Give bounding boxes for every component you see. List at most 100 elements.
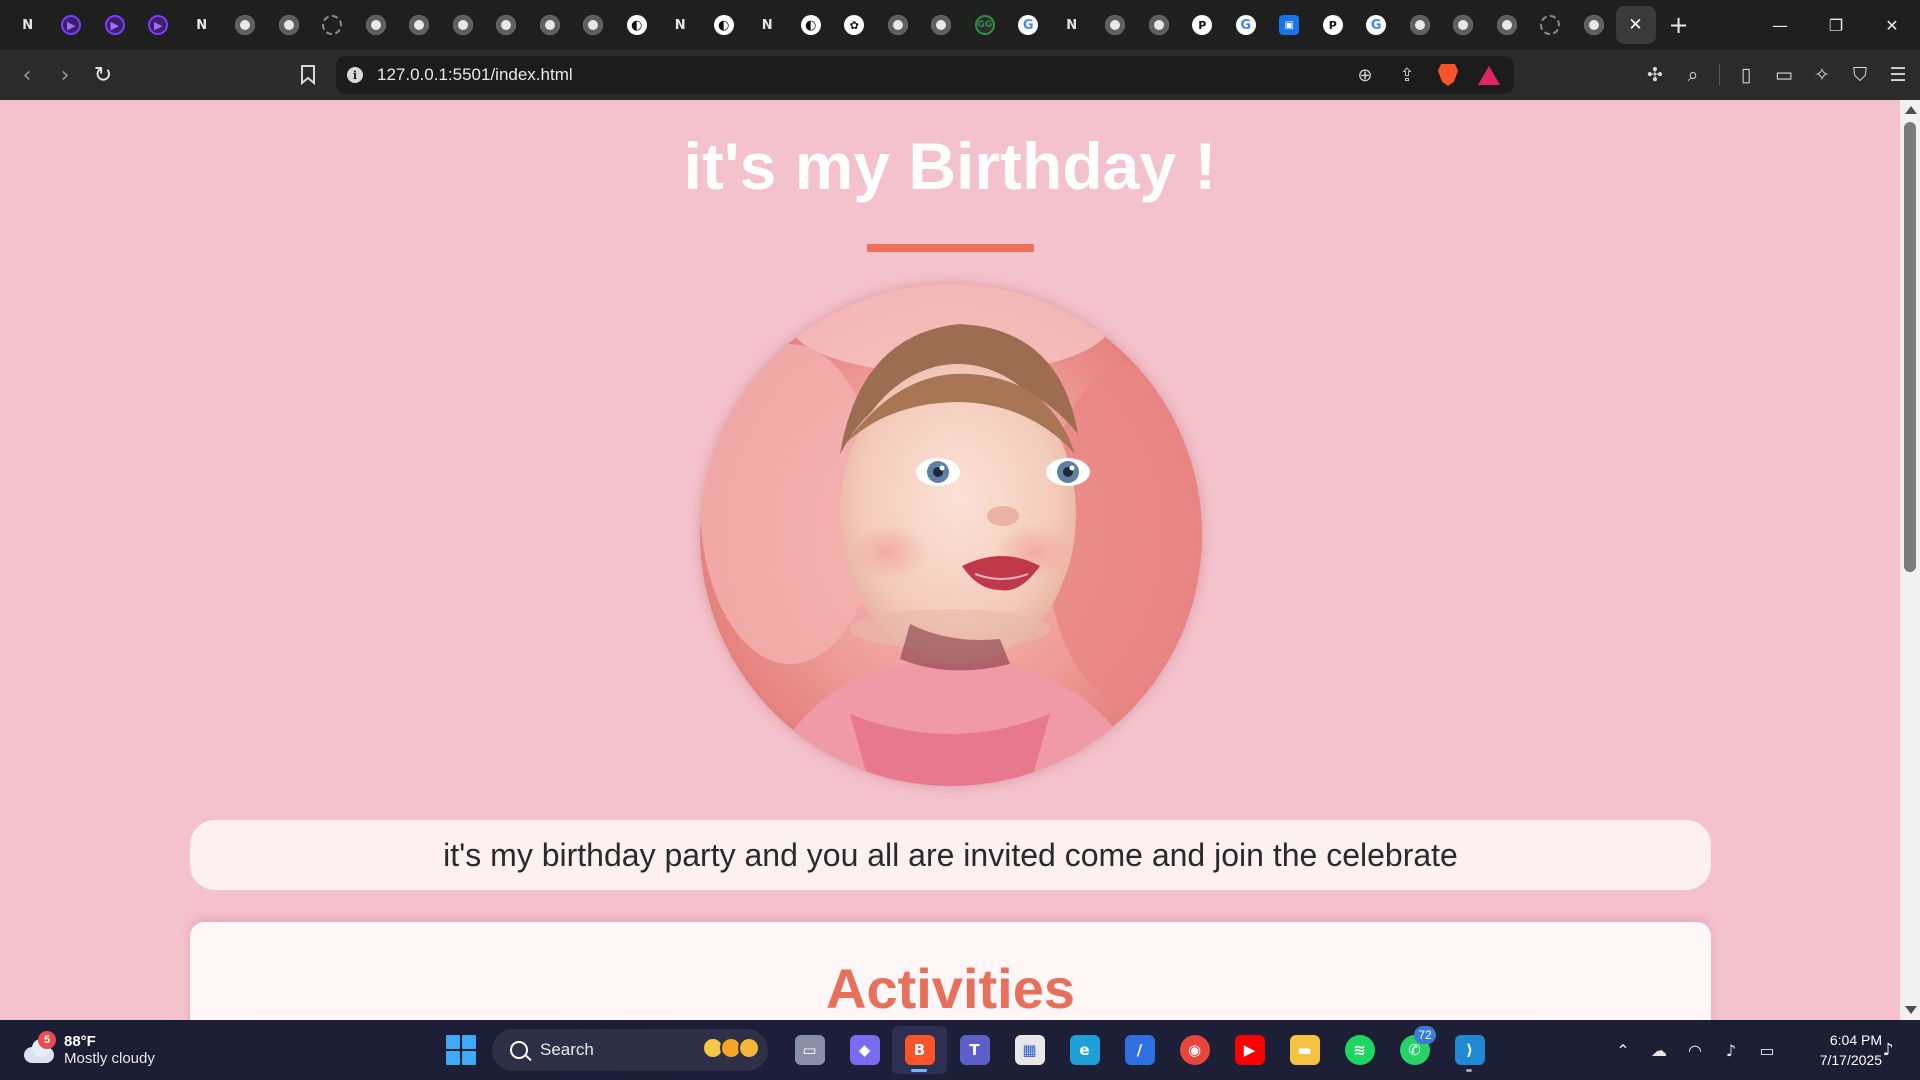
browser-tab[interactable] (354, 6, 398, 44)
site-info-icon[interactable]: i (347, 67, 363, 83)
wifi-icon[interactable]: ◠ (1684, 1039, 1706, 1061)
bookmark-button[interactable] (292, 58, 324, 92)
browser-tab[interactable]: G (1224, 6, 1268, 44)
extensions-icon[interactable]: ✣ (1643, 63, 1667, 87)
forward-button[interactable]: › (46, 56, 84, 94)
taskbar-app[interactable]: / (1112, 1026, 1167, 1074)
browser-tab[interactable] (1094, 6, 1138, 44)
browser-tab[interactable]: G (1355, 6, 1399, 44)
browser-tab[interactable] (920, 6, 964, 44)
notion-icon: N (1066, 17, 1078, 33)
show-hidden-icons-chevron-icon[interactable]: ⌃ (1612, 1039, 1634, 1061)
github-icon: ◐ (626, 15, 647, 35)
taskbar-app[interactable]: ✆ 72 (1387, 1026, 1442, 1074)
taskbar-app[interactable]: ⟩ (1442, 1026, 1497, 1074)
url-text[interactable]: 127.0.0.1:5501/index.html (377, 65, 573, 85)
browser-tab[interactable] (224, 6, 268, 44)
browser-tab[interactable] (876, 6, 920, 44)
new-tab-button[interactable]: + (1656, 6, 1702, 44)
browser-tab[interactable]: ◐ (702, 6, 746, 44)
browser-tab[interactable] (1485, 6, 1529, 44)
browser-tab[interactable]: GG (963, 6, 1007, 44)
globe-icon (1105, 15, 1126, 35)
browser-tab[interactable] (572, 6, 616, 44)
cloud-weather-icon: 5 (20, 1031, 58, 1065)
browser-tab[interactable] (311, 6, 355, 44)
system-clock[interactable]: 6:04 PM 7/17/2025 (1790, 1030, 1882, 1070)
close-window-button[interactable]: ✕ (1864, 0, 1920, 50)
browser-tab[interactable] (398, 6, 442, 44)
restore-button[interactable]: ❐ (1808, 0, 1864, 50)
volume-icon[interactable]: ♪ (1720, 1039, 1742, 1061)
browser-tab[interactable]: G (1007, 6, 1051, 44)
browser-tab[interactable]: ✿ (833, 6, 877, 44)
taskbar-app[interactable]: e (1057, 1026, 1112, 1074)
tab-search-icon[interactable]: ⌕ (1681, 63, 1705, 87)
taskbar-app[interactable]: ▬ (1277, 1026, 1332, 1074)
browser-tab[interactable] (1398, 6, 1442, 44)
brave-rewards-icon[interactable] (1478, 65, 1500, 85)
active-tab[interactable]: ✕ (1615, 6, 1656, 44)
leo-ai-icon[interactable]: ✧ (1810, 63, 1834, 87)
browser-tab[interactable]: ▶ (93, 6, 137, 44)
browser-tab[interactable]: ▣ (1268, 6, 1312, 44)
notification-bell-icon[interactable]: ♪ (1876, 1038, 1900, 1062)
browser-tab[interactable] (485, 6, 529, 44)
scroll-down-arrow-icon[interactable] (1905, 1006, 1917, 1014)
vpn-icon[interactable]: ⛉ (1848, 63, 1872, 87)
taskbar-app[interactable]: ≋ (1332, 1026, 1387, 1074)
browser-tab[interactable]: N (6, 6, 50, 44)
browser-tab[interactable] (1137, 6, 1181, 44)
back-button[interactable]: ‹ (8, 56, 46, 94)
scroll-up-arrow-icon[interactable] (1905, 106, 1917, 114)
close-tab-icon[interactable]: ✕ (1628, 15, 1642, 35)
taskbar-app[interactable]: ◉ (1167, 1026, 1222, 1074)
browser-tab[interactable]: N (180, 6, 224, 44)
scroll-thumb[interactable] (1904, 122, 1916, 572)
browser-tab[interactable]: ▶ (137, 6, 181, 44)
taskbar-app[interactable]: ▭ (782, 1026, 837, 1074)
purple-arrow-icon: ▶ (104, 15, 125, 35)
browser-tab[interactable]: N (1050, 6, 1094, 44)
zoom-icon[interactable]: ⊕ (1354, 64, 1376, 86)
browser-tab[interactable]: N (746, 6, 790, 44)
taskbar-app[interactable]: ▦ (1002, 1026, 1057, 1074)
browser-tab[interactable] (1442, 6, 1486, 44)
start-button[interactable] (446, 1035, 476, 1065)
purple-arrow-icon: ▶ (61, 15, 82, 35)
browser-tab[interactable]: P (1311, 6, 1355, 44)
browser-tab[interactable]: P (1181, 6, 1225, 44)
taskbar-app[interactable]: ▶ (1222, 1026, 1277, 1074)
search-label: Search (540, 1040, 594, 1059)
browser-tab[interactable] (267, 6, 311, 44)
browser-tab[interactable] (1572, 6, 1616, 44)
battery-icon[interactable]: ▭ (1756, 1039, 1778, 1061)
menu-icon[interactable]: ☰ (1886, 63, 1910, 87)
globe-icon (887, 15, 908, 35)
taskbar-app[interactable]: ◆ (837, 1026, 892, 1074)
minimize-button[interactable]: — (1752, 0, 1808, 50)
globe-icon (496, 15, 517, 35)
browser-tab[interactable]: ◐ (615, 6, 659, 44)
browser-tab[interactable] (1529, 6, 1573, 44)
taskbar-app[interactable]: T (947, 1026, 1002, 1074)
browser-tab[interactable]: N (659, 6, 703, 44)
taskbar-search[interactable]: Search (492, 1029, 768, 1071)
onedrive-icon[interactable]: ☁ (1648, 1039, 1670, 1061)
globe-icon (235, 15, 256, 35)
share-icon[interactable]: ⇪ (1396, 64, 1418, 86)
brave-shields-icon[interactable] (1438, 64, 1458, 86)
reload-button[interactable]: ↻ (84, 56, 122, 94)
wallet-icon[interactable]: ▭ (1772, 63, 1796, 87)
browser-tab[interactable] (441, 6, 485, 44)
clock-date: 7/17/2025 (1819, 1052, 1882, 1068)
page-scrollbar[interactable] (1900, 100, 1920, 1020)
browser-tab[interactable]: ◐ (789, 6, 833, 44)
browser-tab[interactable]: ▶ (50, 6, 94, 44)
perplexity-icon: P (1322, 15, 1343, 35)
browser-tab[interactable] (528, 6, 572, 44)
taskbar-app[interactable]: B (892, 1026, 947, 1074)
address-bar[interactable]: i 127.0.0.1:5501/index.html ⊕ ⇪ (336, 56, 1514, 94)
weather-widget[interactable]: 5 88°F Mostly cloudy (20, 1026, 180, 1074)
sidebar-icon[interactable]: ▯ (1734, 63, 1758, 87)
